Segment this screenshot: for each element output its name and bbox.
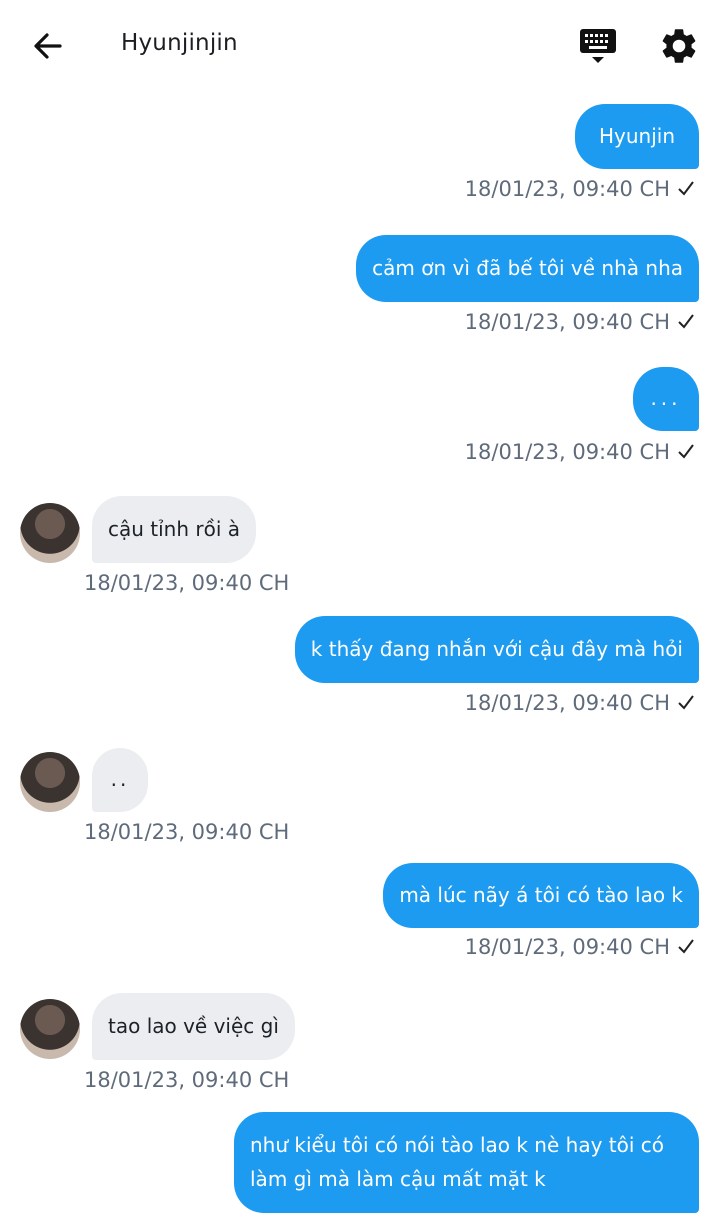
message-timestamp: 18/01/23, 09:40 CH [465, 440, 696, 464]
message-text: ... [650, 386, 682, 410]
message-bubble-received[interactable]: tao lao về việc gì [92, 993, 295, 1060]
message-bubble-sent[interactable]: k thấy đang nhắn với cậu đây mà hỏi [294, 616, 699, 683]
read-check-icon [678, 314, 694, 329]
message-bubble-sent[interactable]: Hyunjin [574, 104, 699, 169]
message-timestamp: 18/01/23, 09:40 CH [465, 177, 696, 201]
message-text: k thấy đang nhắn với cậu đây mà hỏi [310, 637, 683, 661]
settings-button[interactable] [658, 25, 700, 67]
message-timestamp: 18/01/23, 09:40 CH [465, 935, 696, 959]
keyboard-icon [580, 29, 616, 63]
message-bubble-sent[interactable]: cảm ơn vì đã bế tôi về nhà nha [356, 235, 699, 302]
message-text: Hyunjin [598, 124, 675, 148]
read-check-icon [678, 444, 694, 459]
message-timestamp: 18/01/23, 09:40 CH [84, 1068, 290, 1092]
arrow-left-icon [34, 33, 62, 59]
message-bubble-sent[interactable]: mà lúc nãy á tôi có tào lao k [383, 863, 699, 928]
chat-title: Hyunjinjin [121, 30, 238, 56]
message-bubble-received[interactable]: .. [92, 748, 148, 812]
message-bubble-sent[interactable]: như kiểu tôi có nói tào lao k nè hay tôi… [234, 1112, 699, 1213]
message-timestamp: 18/01/23, 09:40 CH [465, 691, 696, 715]
message-text: như kiểu tôi có nói tào lao k nè hay tôi… [250, 1133, 664, 1191]
back-button[interactable] [28, 26, 68, 66]
message-text: .. [110, 767, 130, 791]
message-text: cậu tỉnh rồi à [108, 517, 241, 541]
message-text: tao lao về việc gì [108, 1014, 279, 1038]
message-timestamp: 18/01/23, 09:40 CH [84, 571, 290, 595]
message-text: cảm ơn vì đã bế tôi về nhà nha [372, 256, 683, 280]
message-timestamp: 18/01/23, 09:40 CH [84, 820, 290, 844]
chat-header: Hyunjinjin [0, 0, 720, 92]
read-check-icon [678, 695, 694, 710]
message-bubble-received[interactable]: cậu tỉnh rồi à [92, 496, 257, 563]
read-check-icon [678, 181, 694, 196]
message-timestamp: 18/01/23, 09:40 CH [465, 310, 696, 334]
avatar[interactable] [20, 752, 80, 812]
message-bubble-sent[interactable]: ... [633, 367, 699, 431]
read-check-icon [678, 939, 694, 954]
message-text: mà lúc nãy á tôi có tào lao k [399, 883, 683, 907]
keyboard-button[interactable] [577, 26, 619, 68]
avatar[interactable] [20, 503, 80, 563]
avatar[interactable] [20, 999, 80, 1059]
gear-icon [662, 29, 696, 63]
